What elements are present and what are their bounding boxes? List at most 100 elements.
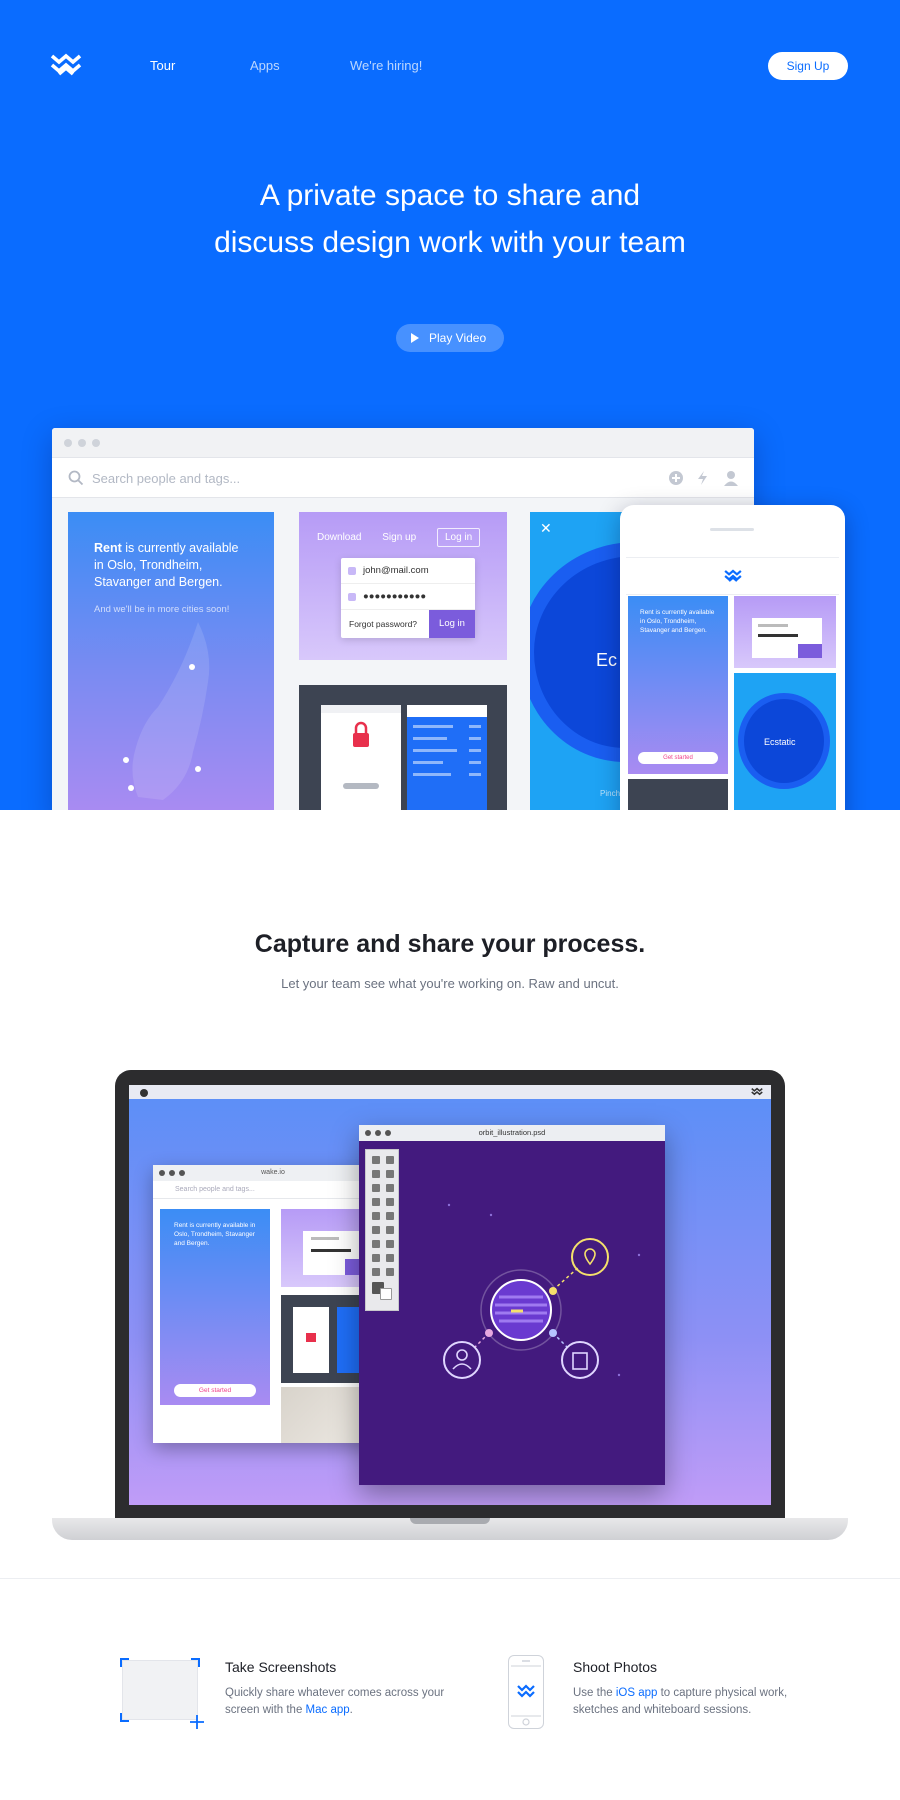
toolbar-icons <box>668 470 740 491</box>
ps-toolbar[interactable] <box>365 1149 399 1311</box>
building-icon <box>561 1341 599 1379</box>
laptop-mockup: wake.io Search people and tags... Rent i… <box>115 1070 785 1520</box>
profile-icon <box>724 471 738 486</box>
wake-browser-window[interactable]: wake.io Search people and tags... Rent i… <box>153 1165 393 1443</box>
window-dot <box>92 439 100 447</box>
get-started-button[interactable]: Get started <box>174 1384 256 1397</box>
phone-mood-card[interactable]: Ecstatic <box>734 673 836 810</box>
mobile-screens-card[interactable] <box>299 685 507 810</box>
nav-tour[interactable]: Tour <box>150 58 175 73</box>
search-placeholder: Search people and tags... <box>92 471 241 486</box>
window-dot <box>179 1170 185 1176</box>
phone-login-card[interactable] <box>734 596 836 668</box>
browser-url: wake.io <box>261 1169 285 1176</box>
play-icon <box>411 333 419 343</box>
browser-search[interactable]: Search people and tags... <box>153 1181 393 1199</box>
feature-title: Shoot Photos <box>573 1659 658 1675</box>
mood-label: Ec <box>596 650 618 670</box>
add-icon <box>669 471 683 485</box>
browser-titlebar <box>52 428 754 458</box>
forgot-password-link[interactable]: Forgot password? <box>349 619 417 629</box>
password-field[interactable]: ●●●●●●●●●●● <box>341 584 475 610</box>
history-icon[interactable] <box>386 1212 394 1220</box>
search-bar[interactable]: Search people and tags... <box>52 458 754 498</box>
toolbar-icon-group <box>669 471 738 486</box>
window-dot <box>375 1130 381 1136</box>
section-divider <box>0 1578 900 1579</box>
map-dot <box>128 785 134 791</box>
crop-icon[interactable] <box>372 1184 380 1192</box>
get-started-button[interactable]: Get started <box>638 752 718 764</box>
move-icon[interactable] <box>386 1156 394 1164</box>
phone-mood-blob: Ecstatic <box>738 693 830 789</box>
wake-menubar-icon[interactable] <box>751 1087 763 1097</box>
wake-phone-icon <box>511 1660 541 1726</box>
search-icon <box>68 470 84 486</box>
tab-log-in[interactable]: Log in <box>436 528 481 547</box>
dodge-icon[interactable] <box>386 1240 394 1248</box>
list-screen-icon <box>407 705 487 776</box>
window-dot <box>159 1170 165 1176</box>
wand-icon[interactable] <box>386 1170 394 1178</box>
nav-hiring[interactable]: We're hiring! <box>350 58 422 73</box>
wake-logo-icon <box>724 569 742 582</box>
close-icon[interactable]: ✕ <box>540 520 552 537</box>
tab-sign-up[interactable]: Sign up <box>382 532 416 543</box>
user-icon <box>348 567 356 575</box>
screenshot-frame-icon <box>120 1658 204 1729</box>
laptop-notch <box>410 1518 490 1524</box>
marquee-icon[interactable] <box>372 1156 380 1164</box>
ps-filename: orbit_illustration.psd <box>478 1128 546 1137</box>
lock-icon <box>321 705 401 789</box>
nav-apps[interactable]: Apps <box>250 58 280 73</box>
brush-icon[interactable] <box>386 1198 394 1206</box>
lock-icon <box>348 593 356 601</box>
ps-titlebar: orbit_illustration.psd <box>359 1125 665 1141</box>
phone-mood-label: Ecstatic <box>764 737 796 747</box>
window-dot <box>78 439 86 447</box>
laptop-screen: wake.io Search people and tags... Rent i… <box>129 1085 771 1505</box>
gradient-icon[interactable] <box>386 1226 394 1234</box>
rent-card[interactable]: Rent is currently available in Oslo, Tro… <box>68 512 274 810</box>
phone-outline-icon <box>508 1655 544 1729</box>
heal-icon[interactable] <box>372 1198 380 1206</box>
orbit-illustration <box>443 1203 641 1379</box>
photoshop-window[interactable]: orbit_illustration.psd <box>359 1125 665 1485</box>
pen-icon[interactable] <box>372 1254 380 1262</box>
apple-icon <box>140 1089 148 1097</box>
stamp-icon[interactable] <box>372 1212 380 1220</box>
wake-logo-icon[interactable] <box>50 52 82 78</box>
phone-mobile-card[interactable] <box>628 779 728 810</box>
mac-app-link[interactable]: Mac app <box>306 1704 350 1716</box>
map-dot <box>123 757 129 763</box>
login-form-icon <box>752 618 822 658</box>
shape-icon[interactable] <box>386 1268 394 1276</box>
feature-title: Take Screenshots <box>225 1659 337 1675</box>
norway-map-icon <box>132 622 210 800</box>
section-title: Capture and share your process. <box>254 930 646 958</box>
feature-description: Use the iOS app to capture physical work… <box>573 1687 788 1716</box>
play-video-button[interactable]: Play Video <box>396 324 504 352</box>
rent-card[interactable]: Rent is currently available in Oslo, Tro… <box>160 1209 270 1405</box>
phone-rent-card[interactable]: Rent is currently available in Oslo, Tro… <box>628 596 728 774</box>
eraser-icon[interactable] <box>372 1226 380 1234</box>
ios-app-link[interactable]: iOS app <box>616 1687 658 1699</box>
email-field[interactable]: john@mail.com <box>341 558 475 584</box>
feature-description: Quickly share whatever comes across your… <box>225 1687 445 1716</box>
blur-icon[interactable] <box>372 1240 380 1248</box>
sign-up-button[interactable]: Sign Up <box>768 52 848 80</box>
login-button[interactable]: Log in <box>429 610 475 638</box>
window-dot <box>64 439 72 447</box>
section-subtitle: Let your team see what you're working on… <box>281 976 619 991</box>
phone-header <box>626 557 839 595</box>
lasso-icon[interactable] <box>372 1170 380 1178</box>
eyedropper-icon[interactable] <box>386 1184 394 1192</box>
tab-download[interactable]: Download <box>317 532 361 543</box>
mini-phone-list <box>407 705 487 810</box>
background-color-icon[interactable] <box>380 1288 392 1300</box>
hero-title: A private space to share and discuss des… <box>214 179 686 259</box>
window-dot <box>365 1130 371 1136</box>
login-card[interactable]: Download Sign up Log in john@mail.com ●●… <box>299 512 507 660</box>
type-icon[interactable] <box>386 1254 394 1262</box>
select-icon[interactable] <box>372 1268 380 1276</box>
